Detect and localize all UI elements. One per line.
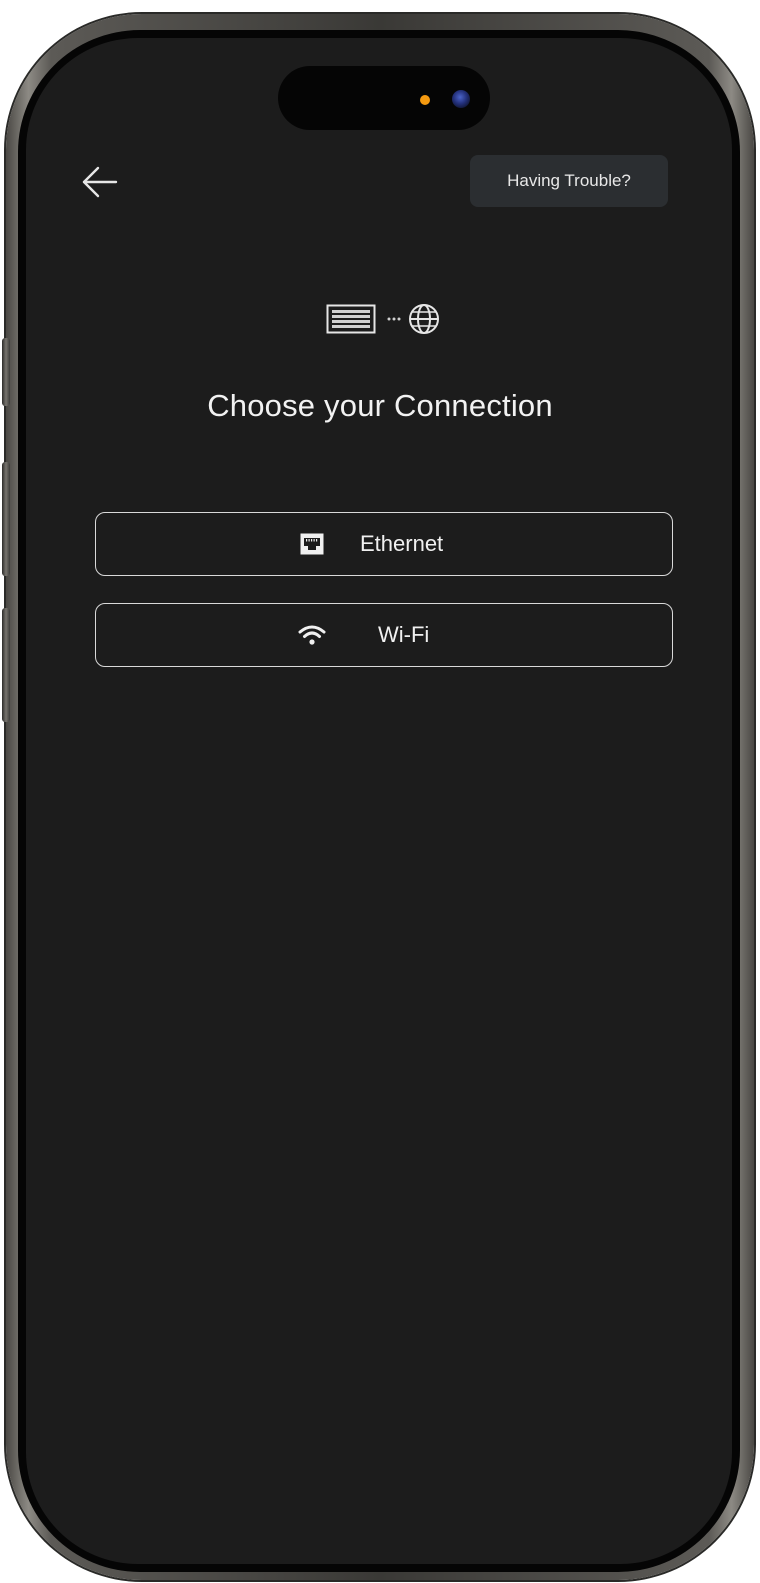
- router-icon: [326, 304, 376, 334]
- ethernet-port-icon: [300, 533, 324, 555]
- ethernet-option-label: Ethernet: [360, 531, 444, 556]
- globe-icon: [409, 304, 439, 334]
- camera-indicator-dot: [420, 95, 430, 105]
- arrow-left-icon: [82, 166, 118, 198]
- front-camera-lens: [452, 90, 470, 108]
- wifi-option-label: Wi-Fi: [378, 622, 430, 647]
- wifi-option-button[interactable]: Wi-Fi: [95, 603, 673, 667]
- back-button[interactable]: [80, 162, 120, 202]
- ethernet-option-button[interactable]: Ethernet: [95, 512, 673, 576]
- wifi-icon: [298, 625, 326, 645]
- dots-icon: [387, 317, 401, 321]
- page-title: Choose your Connection: [207, 388, 553, 423]
- connection-illustration: [326, 300, 442, 340]
- volume-down-button: [2, 608, 10, 722]
- screen: [26, 38, 732, 1564]
- volume-up-button: [2, 462, 10, 576]
- having-trouble-button[interactable]: Having Trouble?: [470, 155, 668, 207]
